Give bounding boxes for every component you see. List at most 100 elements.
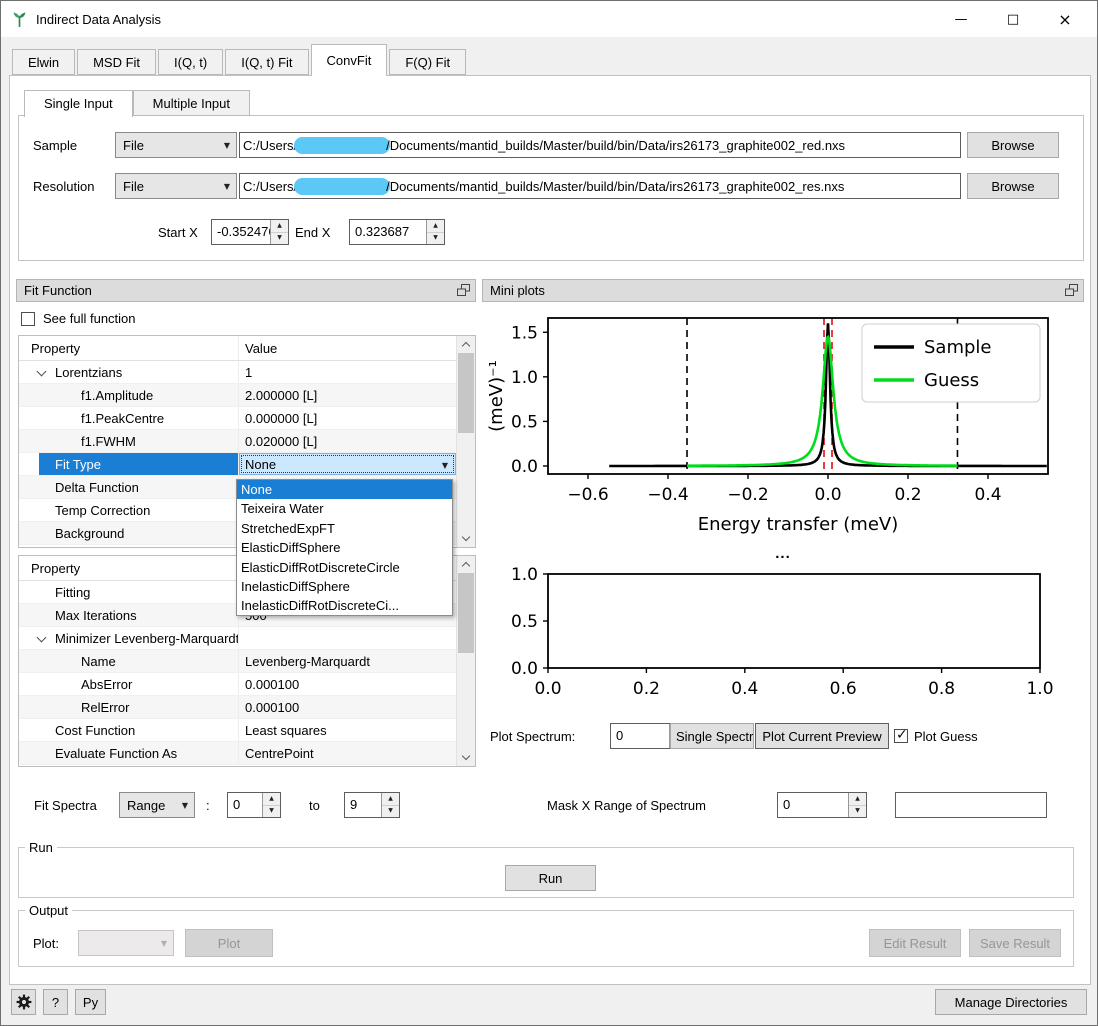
sample-mode-combo[interactable]: File ▼ — [115, 132, 237, 158]
spinner-arrows[interactable]: ▲▼ — [426, 220, 444, 244]
tab-msd-fit[interactable]: MSD Fit — [77, 49, 156, 75]
dropdown-item[interactable]: Teixeira Water — [237, 499, 452, 518]
sample-browse-button[interactable]: Browse — [967, 132, 1059, 158]
tab-elwin[interactable]: Elwin — [12, 49, 75, 75]
output-group: Output Plot: ▼ Plot Edit Result Save Res… — [18, 903, 1074, 967]
property-row[interactable]: RelError0.000100 — [19, 696, 475, 719]
x-tick-label: 0.2 — [894, 485, 921, 505]
property-row[interactable]: Minimizer Levenberg-Marquardt — [19, 627, 475, 650]
dropdown-item[interactable]: ElasticDiffRotDiscreteCircle — [237, 558, 452, 577]
property-row[interactable]: AbsError0.000100 — [19, 673, 475, 696]
spinner-arrows[interactable]: ▲▼ — [848, 793, 866, 817]
plot-current-preview-button[interactable]: Plot Current Preview — [755, 723, 889, 749]
property-row[interactable]: Lorentzians1 — [19, 361, 475, 384]
fit-spectra-mode-combo[interactable]: Range ▼ — [119, 792, 195, 818]
see-full-function-label: See full function — [43, 311, 136, 326]
single-spectrum-button[interactable]: Single Spectrum — [670, 723, 754, 749]
expander-icon[interactable] — [37, 367, 47, 377]
splitter-handle[interactable]: ... — [482, 545, 1084, 562]
scroll-down-icon[interactable] — [457, 530, 475, 547]
property-value: CentrePoint — [239, 742, 456, 764]
scroll-up-icon[interactable] — [457, 556, 475, 573]
spin-up-icon[interactable]: ▲ — [271, 220, 288, 232]
output-plot-combo[interactable]: ▼ — [78, 930, 174, 956]
property-row[interactable]: Fit TypeNone▼ — [19, 453, 475, 476]
spin-up-icon[interactable]: ▲ — [427, 220, 444, 232]
settings-button[interactable] — [11, 989, 36, 1015]
expander-icon[interactable] — [37, 633, 47, 643]
end-x-value: 0.323687 — [355, 224, 409, 239]
spin-up-icon[interactable]: ▲ — [382, 793, 399, 805]
spin-up-icon[interactable]: ▲ — [263, 793, 280, 805]
x-tick-label: −0.2 — [727, 485, 768, 505]
spinner-arrows[interactable]: ▲▼ — [262, 793, 280, 817]
float-panel-icon[interactable] — [1065, 284, 1078, 297]
tab-convfit[interactable]: ConvFit — [311, 44, 388, 76]
start-x-value: -0.352476 — [217, 224, 276, 239]
preview-plot[interactable]: −0.6−0.4−0.20.00.20.40.00.51.01.5Energy … — [482, 304, 1084, 554]
scroll-up-icon[interactable] — [457, 336, 475, 353]
spinner-arrows[interactable]: ▲▼ — [270, 220, 288, 244]
resolution-path-input[interactable]: C:/Users//Documents/mantid_builds/Master… — [239, 173, 961, 199]
spin-up-icon[interactable]: ▲ — [849, 793, 866, 805]
resolution-browse-button[interactable]: Browse — [967, 173, 1059, 199]
mask-x-range-label: Mask X Range of Spectrum — [547, 798, 706, 813]
edit-result-button[interactable]: Edit Result — [869, 929, 961, 957]
fit-function-header[interactable]: Fit Function — [16, 279, 476, 302]
float-panel-icon[interactable] — [457, 284, 470, 297]
tab-i-q-t-fit[interactable]: I(Q, t) Fit — [225, 49, 308, 75]
spin-down-icon[interactable]: ▼ — [271, 232, 288, 245]
dropdown-item[interactable]: StretchedExpFT — [237, 519, 452, 538]
property-label: Background — [55, 526, 124, 541]
subtab-single-input[interactable]: Single Input — [24, 90, 133, 117]
plot-guess-checkbox[interactable] — [894, 729, 908, 743]
scrollbar-vertical[interactable] — [456, 336, 475, 547]
scroll-down-icon[interactable] — [457, 749, 475, 766]
output-plot-button[interactable]: Plot — [185, 929, 273, 957]
resolution-mode-combo[interactable]: File ▼ — [115, 173, 237, 199]
property-row[interactable]: Evaluate Function AsCentrePoint — [19, 742, 475, 765]
python-export-button[interactable]: Py — [75, 989, 106, 1015]
scrollbar-thumb[interactable] — [458, 573, 474, 653]
mini-plots-header[interactable]: Mini plots — [482, 279, 1084, 302]
end-x-spinbox[interactable]: 0.323687 ▲▼ — [349, 219, 445, 245]
fit-spectra-from-spinbox[interactable]: 0 ▲▼ — [227, 792, 281, 818]
property-row[interactable]: f1.FWHM0.020000 [L] — [19, 430, 475, 453]
tab-i-q-t-[interactable]: I(Q, t) — [158, 49, 223, 75]
dropdown-item[interactable]: ElasticDiffSphere — [237, 538, 452, 557]
difference-plot[interactable]: 0.00.20.40.60.81.00.00.51.0 — [482, 566, 1084, 700]
minimize-button[interactable]: — — [935, 1, 987, 37]
run-button[interactable]: Run — [505, 865, 596, 891]
manage-directories-button[interactable]: Manage Directories — [935, 989, 1087, 1015]
spin-down-icon[interactable]: ▼ — [427, 232, 444, 245]
scrollbar-thumb[interactable] — [458, 353, 474, 433]
close-button[interactable]: × — [1039, 1, 1091, 37]
mini-plots-panel: Mini plots −0.6−0.4−0.20.00.20.40.00.51.… — [482, 279, 1084, 771]
dropdown-item[interactable]: InelasticDiffRotDiscreteCi... — [237, 596, 452, 615]
x-tick-label: 0.8 — [928, 679, 955, 699]
help-button[interactable]: ? — [43, 989, 68, 1015]
property-value: 2.000000 [L] — [239, 384, 456, 406]
mask-spectrum-spinbox[interactable]: 0 ▲▼ — [777, 792, 867, 818]
save-result-button[interactable]: Save Result — [969, 929, 1061, 957]
fit-spectra-to-spinbox[interactable]: 9 ▲▼ — [344, 792, 400, 818]
see-full-function-checkbox[interactable] — [21, 312, 35, 326]
spin-down-icon[interactable]: ▼ — [382, 805, 399, 818]
maximize-button[interactable]: □ — [987, 1, 1039, 37]
scrollbar-vertical[interactable] — [456, 556, 475, 766]
property-row[interactable]: Cost FunctionLeast squares — [19, 719, 475, 742]
property-row[interactable]: f1.Amplitude2.000000 [L] — [19, 384, 475, 407]
mask-range-input[interactable] — [895, 792, 1047, 818]
spinner-arrows[interactable]: ▲▼ — [381, 793, 399, 817]
dropdown-item[interactable]: None — [237, 480, 452, 499]
subtab-multiple-input[interactable]: Multiple Input — [133, 90, 250, 116]
fit-type-combobox[interactable]: None▼ — [239, 453, 456, 475]
sample-path-input[interactable]: C:/Users//Documents/mantid_builds/Master… — [239, 132, 961, 158]
dropdown-item[interactable]: InelasticDiffSphere — [237, 577, 452, 596]
spin-down-icon[interactable]: ▼ — [263, 805, 280, 818]
start-x-spinbox[interactable]: -0.352476 ▲▼ — [211, 219, 289, 245]
property-row[interactable]: NameLevenberg-Marquardt — [19, 650, 475, 673]
tab-f-q-fit[interactable]: F(Q) Fit — [389, 49, 466, 75]
property-row[interactable]: f1.PeakCentre0.000000 [L] — [19, 407, 475, 430]
spin-down-icon[interactable]: ▼ — [849, 805, 866, 818]
